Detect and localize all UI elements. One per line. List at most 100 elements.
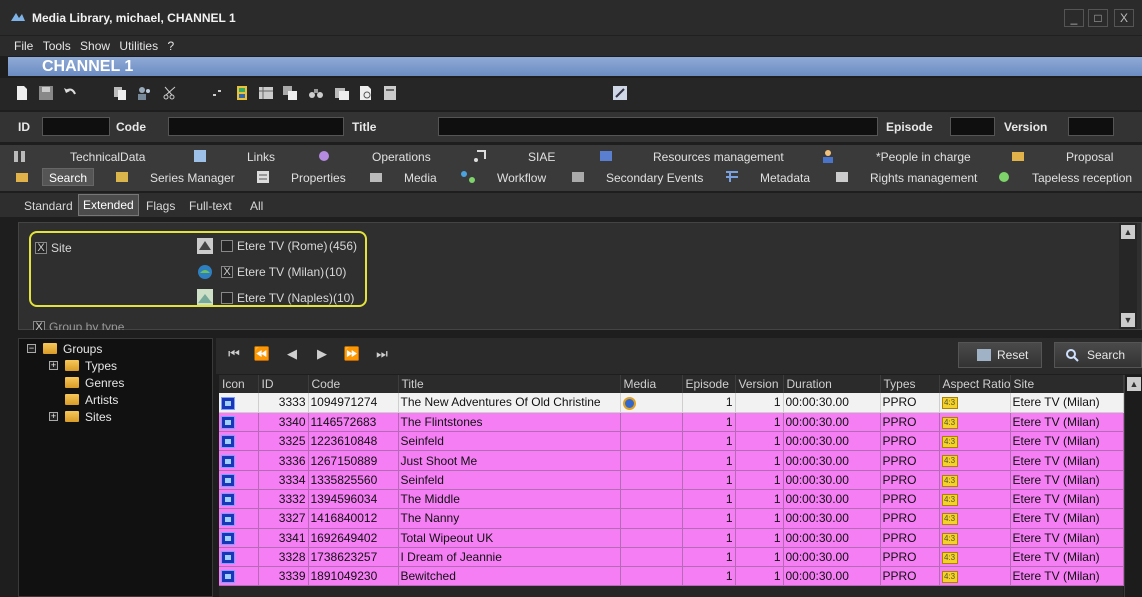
expand-icon[interactable]: + bbox=[49, 361, 58, 370]
first-page-icon[interactable]: ⏮ bbox=[224, 346, 244, 362]
save-icon[interactable] bbox=[38, 85, 54, 101]
scroll-up-icon[interactable]: ▲ bbox=[1127, 377, 1141, 391]
filter-scrollbar[interactable]: ▲ ▼ bbox=[1119, 223, 1137, 329]
print-icon[interactable] bbox=[382, 85, 398, 101]
subtab-standard[interactable]: Standard bbox=[20, 197, 77, 215]
users-icon[interactable] bbox=[136, 85, 152, 101]
subtab-flags[interactable]: Flags bbox=[142, 197, 179, 215]
table-row[interactable]: 3341 1692649402 Total Wipeout UK 1 1 00:00:30… bbox=[219, 528, 1124, 548]
tab-rights-management[interactable]: Rights management bbox=[870, 169, 977, 187]
tab-search[interactable]: Search bbox=[42, 168, 95, 186]
tab-resources-management[interactable]: Resources management bbox=[653, 148, 784, 166]
expand-icon[interactable]: + bbox=[49, 412, 58, 421]
menu-file[interactable]: File bbox=[14, 39, 33, 53]
cell-title: The New Adventures Of Old Christine bbox=[398, 393, 621, 413]
new-document-icon[interactable] bbox=[14, 85, 30, 101]
site-rome-checkbox[interactable] bbox=[221, 240, 233, 252]
film-icon[interactable] bbox=[234, 85, 250, 101]
table-row[interactable]: 3328 1738623257 I Dream of Jeannie 1 1 00:00:… bbox=[219, 547, 1124, 568]
layers-icon[interactable] bbox=[282, 85, 298, 101]
code-input[interactable] bbox=[168, 117, 344, 136]
menu-utilities[interactable]: Utilities bbox=[119, 39, 158, 53]
column-types[interactable]: Types bbox=[880, 375, 940, 393]
cell-episode: 1 bbox=[682, 393, 736, 413]
column-media[interactable]: Media bbox=[620, 375, 683, 393]
table-scrollbar[interactable]: ▲ bbox=[1124, 375, 1142, 597]
last-page-icon[interactable]: ⏭ bbox=[372, 346, 392, 362]
copy-icon[interactable] bbox=[112, 85, 128, 101]
menu-show[interactable]: Show bbox=[80, 39, 110, 53]
tree-item-sites[interactable]: Sites bbox=[85, 410, 112, 424]
table-row[interactable]: 3340 1146572683 The Flintstones 1 1 00:00:30.… bbox=[219, 412, 1124, 433]
column-episode[interactable]: Episode bbox=[682, 375, 736, 393]
column-duration[interactable]: Duration bbox=[783, 375, 881, 393]
close-button[interactable]: X bbox=[1114, 9, 1134, 27]
table-row[interactable]: 3334 1335825560 Seinfeld 1 1 00:00:30.00 PPRO 4… bbox=[219, 470, 1124, 490]
site-milan-checkbox[interactable]: X bbox=[221, 266, 233, 278]
binoculars-icon[interactable] bbox=[308, 85, 324, 101]
tab-proposal[interactable]: Proposal bbox=[1066, 148, 1113, 166]
previous-icon[interactable]: ◀ bbox=[282, 346, 302, 362]
tab-tapeless-reception[interactable]: Tapeless reception bbox=[1032, 169, 1132, 187]
tree-item-artists[interactable]: Artists bbox=[85, 393, 118, 407]
column-title[interactable]: Title bbox=[398, 375, 621, 393]
menu-help[interactable]: ? bbox=[167, 39, 174, 53]
subtab-full-text[interactable]: Full-text bbox=[185, 197, 236, 215]
scroll-up-icon[interactable]: ▲ bbox=[1121, 225, 1135, 239]
minimize-button[interactable]: _ bbox=[1064, 9, 1084, 27]
tab-workflow[interactable]: Workflow bbox=[497, 169, 546, 187]
undo-icon[interactable] bbox=[62, 85, 78, 101]
tab-links[interactable]: Links bbox=[247, 148, 275, 166]
tab-metadata[interactable]: Metadata bbox=[760, 169, 810, 187]
tab-media[interactable]: Media bbox=[404, 169, 437, 187]
tab-technical-data[interactable]: TechnicalData bbox=[70, 148, 145, 166]
document-search-icon[interactable] bbox=[358, 85, 374, 101]
site-naples-checkbox[interactable] bbox=[221, 292, 233, 304]
maximize-button[interactable]: □ bbox=[1088, 9, 1108, 27]
naples-site-icon bbox=[197, 289, 213, 305]
column-id[interactable]: ID bbox=[258, 375, 309, 393]
subtab-all[interactable]: All bbox=[246, 197, 267, 215]
table-row[interactable]: 3339 1891049230 Bewitched 1 1 00:00:30.00 PPRO… bbox=[219, 566, 1124, 587]
group-by-type-checkbox[interactable]: X bbox=[33, 321, 45, 330]
table-row[interactable]: 3327 1416840012 The Nanny 1 1 00:00:30.00 PPRO… bbox=[219, 508, 1124, 529]
reset-button[interactable]: Reset bbox=[958, 342, 1042, 368]
collapse-icon[interactable]: − bbox=[27, 344, 36, 353]
table-row[interactable]: 3333 1094971274 The New Adventures Of Old … bbox=[219, 393, 1124, 413]
scroll-down-icon[interactable]: ▼ bbox=[1121, 313, 1135, 327]
version-input[interactable] bbox=[1068, 117, 1114, 136]
table-row[interactable]: 3336 1267150889 Just Shoot Me 1 1 00:00:30.00… bbox=[219, 450, 1124, 471]
column-version[interactable]: Version bbox=[735, 375, 784, 393]
cell-site: Etere TV (Milan) bbox=[1010, 528, 1124, 548]
fast-back-icon[interactable]: ⏪ bbox=[252, 346, 272, 362]
fast-forward-icon[interactable]: ⏩ bbox=[342, 346, 362, 362]
column-site[interactable]: Site bbox=[1010, 375, 1124, 393]
tab-siae[interactable]: SIAE bbox=[528, 148, 555, 166]
tab-secondary-events[interactable]: Secondary Events bbox=[606, 169, 703, 187]
tab-properties[interactable]: Properties bbox=[291, 169, 346, 187]
menu-tools[interactable]: Tools bbox=[43, 39, 71, 53]
scissors-icon[interactable] bbox=[162, 85, 178, 101]
column-aspect-ratio[interactable]: Aspect Ratio bbox=[939, 375, 1011, 393]
id-input[interactable] bbox=[42, 117, 110, 136]
help-icon[interactable] bbox=[612, 85, 628, 101]
tab-series-manager[interactable]: Series Manager bbox=[150, 169, 235, 187]
episode-input[interactable] bbox=[950, 117, 995, 136]
site-checkbox[interactable]: X bbox=[35, 242, 47, 254]
sort-icon[interactable] bbox=[210, 85, 226, 101]
table-row[interactable]: 3325 1223610848 Seinfeld 1 1 00:00:30.00 PPRO 4… bbox=[219, 431, 1124, 452]
tab-people-in-charge[interactable]: *People in charge bbox=[876, 148, 971, 166]
subtab-extended[interactable]: Extended bbox=[78, 194, 139, 216]
title-input[interactable] bbox=[438, 117, 878, 136]
tree-item-groups[interactable]: Groups bbox=[63, 342, 102, 356]
search-button[interactable]: Search bbox=[1054, 342, 1142, 368]
schedule-icon[interactable] bbox=[258, 85, 274, 101]
tree-item-genres[interactable]: Genres bbox=[85, 376, 124, 390]
next-icon[interactable]: ▶ bbox=[312, 346, 332, 362]
tree-item-types[interactable]: Types bbox=[85, 359, 117, 373]
column-icon[interactable]: Icon bbox=[219, 375, 259, 393]
column-code[interactable]: Code bbox=[308, 375, 399, 393]
stack-icon[interactable] bbox=[334, 85, 350, 101]
tab-operations[interactable]: Operations bbox=[372, 148, 431, 166]
table-row[interactable]: 3332 1394596034 The Middle 1 1 00:00:30.00 PPR… bbox=[219, 489, 1124, 510]
